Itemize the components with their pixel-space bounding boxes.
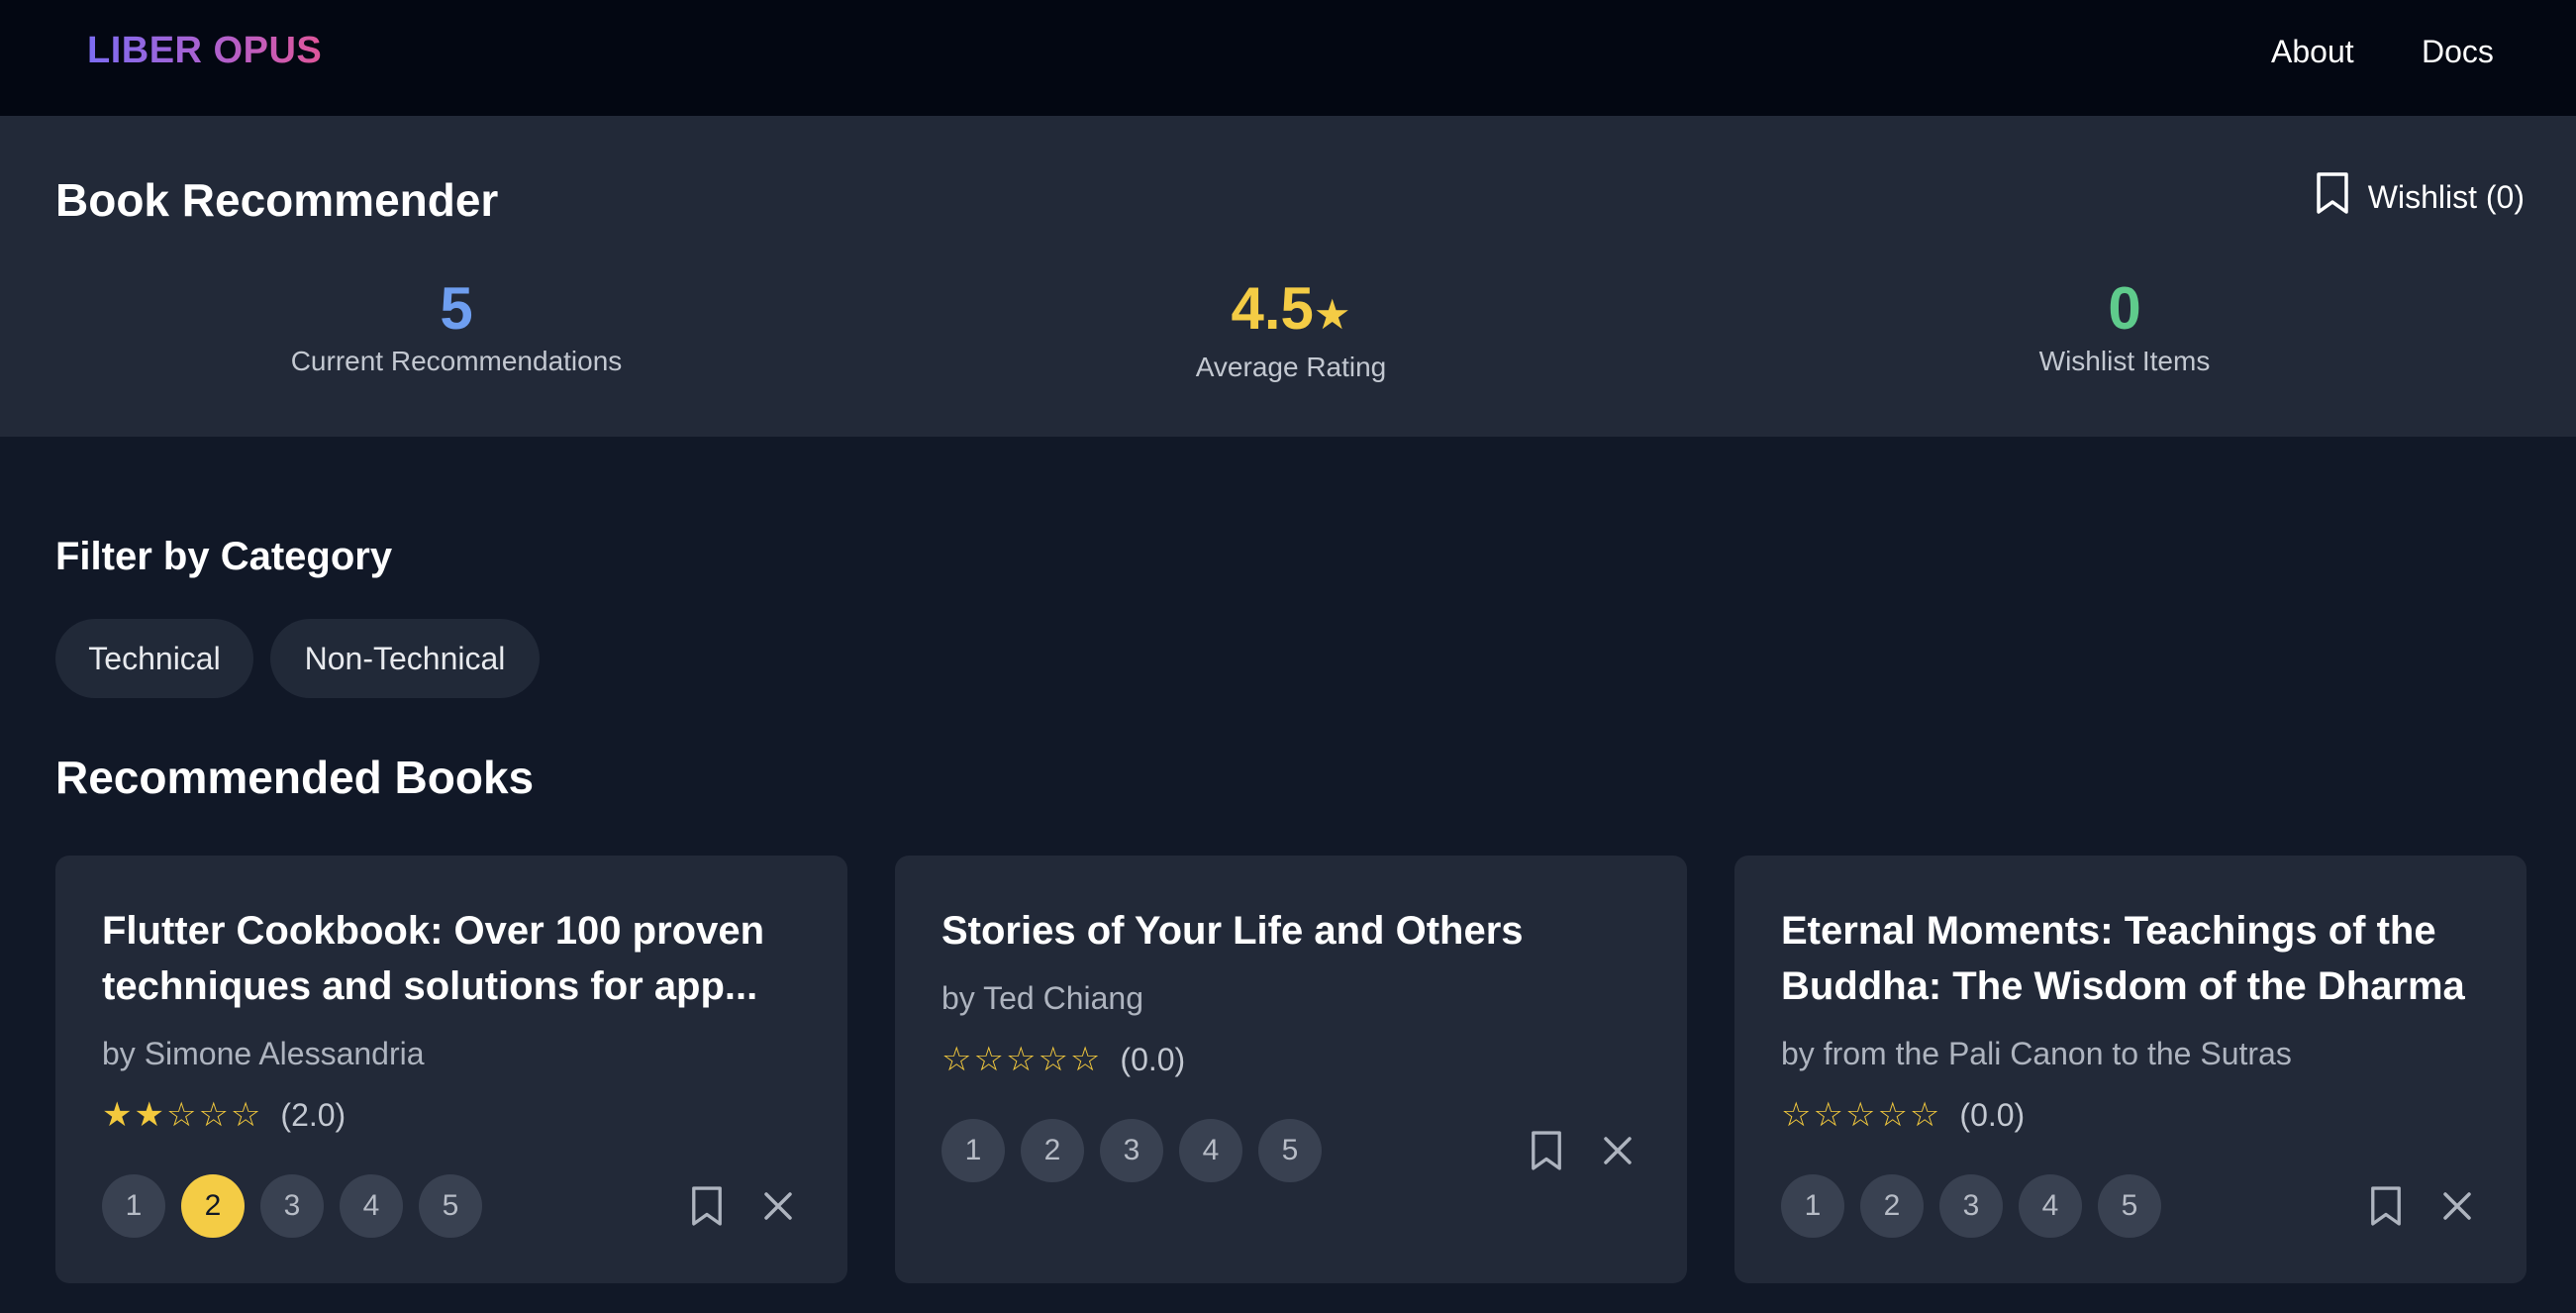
- book-card: Flutter Cookbook: Over 100 proven techni…: [55, 856, 847, 1283]
- rating-value: (0.0): [1120, 1041, 1186, 1077]
- card-actions: [687, 1186, 798, 1226]
- rate-button-2[interactable]: 2: [181, 1174, 245, 1238]
- brand-logo[interactable]: LIBER OPUS: [87, 30, 322, 72]
- card-actions: [1527, 1131, 1637, 1170]
- rate-button-4[interactable]: 4: [2019, 1174, 2082, 1238]
- close-icon[interactable]: [758, 1186, 798, 1226]
- bookmark-icon[interactable]: [687, 1186, 727, 1226]
- stat-average-rating: 4.5★ Average Rating: [1043, 274, 1538, 383]
- rate-button-1[interactable]: 1: [102, 1174, 165, 1238]
- rating-stars: ☆☆☆☆☆: [1781, 1096, 1942, 1134]
- page-title: Book Recommender: [55, 174, 499, 226]
- filter-section-title: Filter by Category: [55, 535, 393, 578]
- book-author: by from the Pali Canon to the Sutras: [1781, 1036, 2292, 1071]
- rate-button-4[interactable]: 4: [340, 1174, 403, 1238]
- stat-value: 4.5★: [1231, 275, 1351, 342]
- filter-chip-technical[interactable]: Technical: [55, 619, 253, 698]
- rate-button-1[interactable]: 1: [941, 1119, 1005, 1182]
- recommended-section-title: Recommended Books: [55, 752, 535, 803]
- nav-link-docs[interactable]: Docs: [2422, 34, 2494, 70]
- close-icon[interactable]: [2437, 1186, 2477, 1226]
- stat-value: 0: [2108, 275, 2141, 342]
- rate-button-3[interactable]: 3: [1100, 1119, 1163, 1182]
- stat-value: 5: [440, 275, 473, 342]
- close-icon[interactable]: [1598, 1131, 1637, 1170]
- wishlist-button-label: Wishlist (0): [2367, 178, 2525, 215]
- stat-wishlist-items: 0 Wishlist Items: [1877, 274, 2372, 377]
- rate-buttons: 1 2 3 4 5: [941, 1119, 1322, 1182]
- book-card: Eternal Moments: Teachings of the Buddha…: [1734, 856, 2526, 1283]
- rating-stars: ★★☆☆☆: [102, 1096, 263, 1134]
- card-actions: [2366, 1186, 2477, 1226]
- stat-label: Current Recommendations: [290, 346, 623, 376]
- top-navbar: LIBER OPUS About Docs: [0, 0, 2576, 116]
- rate-button-5[interactable]: 5: [419, 1174, 482, 1238]
- rate-buttons: 1 2 3 4 5: [102, 1174, 482, 1238]
- book-card: Stories of Your Life and Others by Ted C…: [895, 856, 1687, 1283]
- rate-button-5[interactable]: 5: [1258, 1119, 1322, 1182]
- rate-button-5[interactable]: 5: [2098, 1174, 2161, 1238]
- rating-value: (2.0): [280, 1096, 347, 1133]
- book-author: by Ted Chiang: [941, 980, 1143, 1016]
- dashboard-header: Book Recommender Wishlist (0) 5 Current …: [0, 116, 2576, 437]
- book-rating: ★★☆☆☆ (2.0): [102, 1095, 346, 1135]
- rate-button-1[interactable]: 1: [1781, 1174, 1844, 1238]
- wishlist-button[interactable]: Wishlist (0): [2315, 171, 2525, 223]
- rate-button-2[interactable]: 2: [1860, 1174, 1924, 1238]
- bookmark-icon[interactable]: [2366, 1186, 2406, 1226]
- book-rating: ☆☆☆☆☆ (0.0): [1781, 1095, 2025, 1135]
- book-title: Flutter Cookbook: Over 100 proven techni…: [102, 909, 765, 1008]
- book-author: by Simone Alessandria: [102, 1036, 425, 1071]
- rate-button-2[interactable]: 2: [1021, 1119, 1084, 1182]
- stat-recommendations: 5 Current Recommendations: [209, 274, 704, 377]
- rate-button-3[interactable]: 3: [1939, 1174, 2003, 1238]
- rate-buttons: 1 2 3 4 5: [1781, 1174, 2161, 1238]
- bookmark-icon[interactable]: [1527, 1131, 1566, 1170]
- bookmark-icon: [2315, 171, 2350, 223]
- filter-chip-non-technical[interactable]: Non-Technical: [270, 619, 540, 698]
- rate-button-4[interactable]: 4: [1179, 1119, 1242, 1182]
- rating-stars: ☆☆☆☆☆: [941, 1041, 1103, 1078]
- nav-link-about[interactable]: About: [2271, 34, 2354, 70]
- book-title: Eternal Moments: Teachings of the Buddha…: [1781, 909, 2465, 1008]
- rate-button-3[interactable]: 3: [260, 1174, 324, 1238]
- stat-label: Wishlist Items: [2038, 346, 2211, 376]
- stat-label: Average Rating: [1195, 352, 1387, 382]
- book-rating: ☆☆☆☆☆ (0.0): [941, 1040, 1185, 1079]
- rating-value: (0.0): [1959, 1096, 2026, 1133]
- book-title: Stories of Your Life and Others: [941, 909, 1524, 953]
- star-icon: ★: [1313, 291, 1351, 338]
